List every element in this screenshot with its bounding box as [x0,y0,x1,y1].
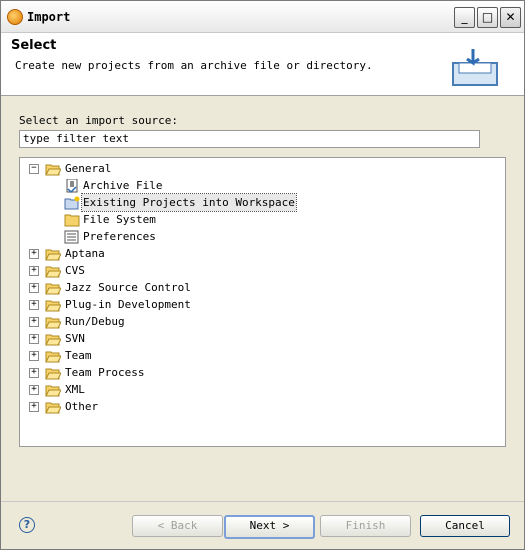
tree-item-label: File System [83,213,156,226]
eclipse-icon [7,9,23,25]
tree-item-label: Existing Projects into Workspace [81,193,297,212]
tree-item-label: Team [65,349,92,362]
expand-toggle[interactable]: + [29,249,39,259]
maximize-button[interactable]: □ [477,7,498,28]
page-title: Select [11,38,57,53]
folder-closed-icon [45,266,61,278]
tree-item-file-system[interactable]: File System [64,211,264,228]
folder-closed-icon [45,368,61,380]
archive-file-icon [66,179,78,193]
tree-item-preferences[interactable]: Preferences [64,228,264,245]
tree-item-category[interactable]: + Aptana [29,245,249,262]
expand-toggle[interactable]: + [29,266,39,276]
expand-toggle[interactable]: + [29,351,39,361]
tree-item-category[interactable]: + Jazz Source Control [29,279,249,296]
cancel-button[interactable]: Cancel [420,515,510,537]
tree-item-category[interactable]: + Plug-in Development [29,296,249,313]
expand-toggle[interactable]: + [29,300,39,310]
tree-item-label: Aptana [65,247,105,260]
folder-closed-icon [45,283,61,295]
tree-item-label: Run/Debug [65,315,125,328]
tree-item-label: Preferences [83,230,156,243]
tree-item-label: General [65,162,112,175]
close-button[interactable]: ✕ [500,7,521,28]
tree-item-label: Team Process [65,366,145,379]
import-source-label: Select an import source: [19,114,178,127]
folder-icon [64,214,80,227]
expand-toggle[interactable]: + [29,317,39,327]
tree-item-label: CVS [65,264,85,277]
wizard-header: Select Create new projects from an archi… [1,33,524,96]
tree-item-category[interactable]: + Team [29,347,249,364]
minimize-button[interactable]: _ [454,7,475,28]
tree-item-label: XML [65,383,85,396]
folder-closed-icon [45,402,61,414]
tree-item-archive-file[interactable]: Archive File [64,177,304,194]
folder-closed-icon [45,317,61,329]
tree-item-category[interactable]: + XML [29,381,249,398]
footer-separator [1,501,524,502]
folder-closed-icon [45,300,61,312]
expand-toggle[interactable]: + [29,368,39,378]
next-button[interactable]: Next > [224,515,315,539]
filter-input[interactable]: type filter text [19,130,480,148]
import-dialog: Import _ □ ✕ Select Create new projects … [0,0,525,550]
folder-closed-icon [45,385,61,397]
tree-item-label: SVN [65,332,85,345]
tree-item-category[interactable]: + Run/Debug [29,313,249,330]
project-import-icon [64,196,80,210]
tree-item-category[interactable]: + CVS [29,262,249,279]
tree-item-existing-projects[interactable]: Existing Projects into Workspace [64,193,324,212]
folder-open-icon [45,164,61,176]
tree-item-general[interactable]: − General [29,160,229,177]
tree-item-label: Other [65,400,99,413]
collapse-toggle[interactable]: − [29,164,39,174]
tree-item-category[interactable]: + Team Process [29,364,249,381]
title-bar[interactable]: Import _ □ ✕ [1,1,524,33]
tree-item-label: Jazz Source Control [65,281,191,294]
folder-closed-icon [45,249,61,261]
preferences-icon [64,230,79,244]
folder-closed-icon [45,351,61,363]
tree-item-label: Archive File [83,179,163,192]
folder-closed-icon [45,334,61,346]
import-banner-icon [452,49,498,86]
import-source-tree[interactable]: − General Archive File Existing Projects… [19,157,506,447]
tree-item-category[interactable]: + Other [29,398,249,415]
expand-toggle[interactable]: + [29,283,39,293]
window-title: Import [27,10,71,24]
help-icon[interactable]: ? [19,517,35,533]
expand-toggle[interactable]: + [29,402,39,412]
expand-toggle[interactable]: + [29,334,39,344]
expand-toggle[interactable]: + [29,385,39,395]
tree-item-label: Plug-in Development [65,298,191,311]
page-description: Create new projects from an archive file… [15,59,373,72]
tree-item-category[interactable]: + SVN [29,330,249,347]
finish-button[interactable]: Finish [320,515,411,537]
back-button[interactable]: < Back [132,515,223,537]
